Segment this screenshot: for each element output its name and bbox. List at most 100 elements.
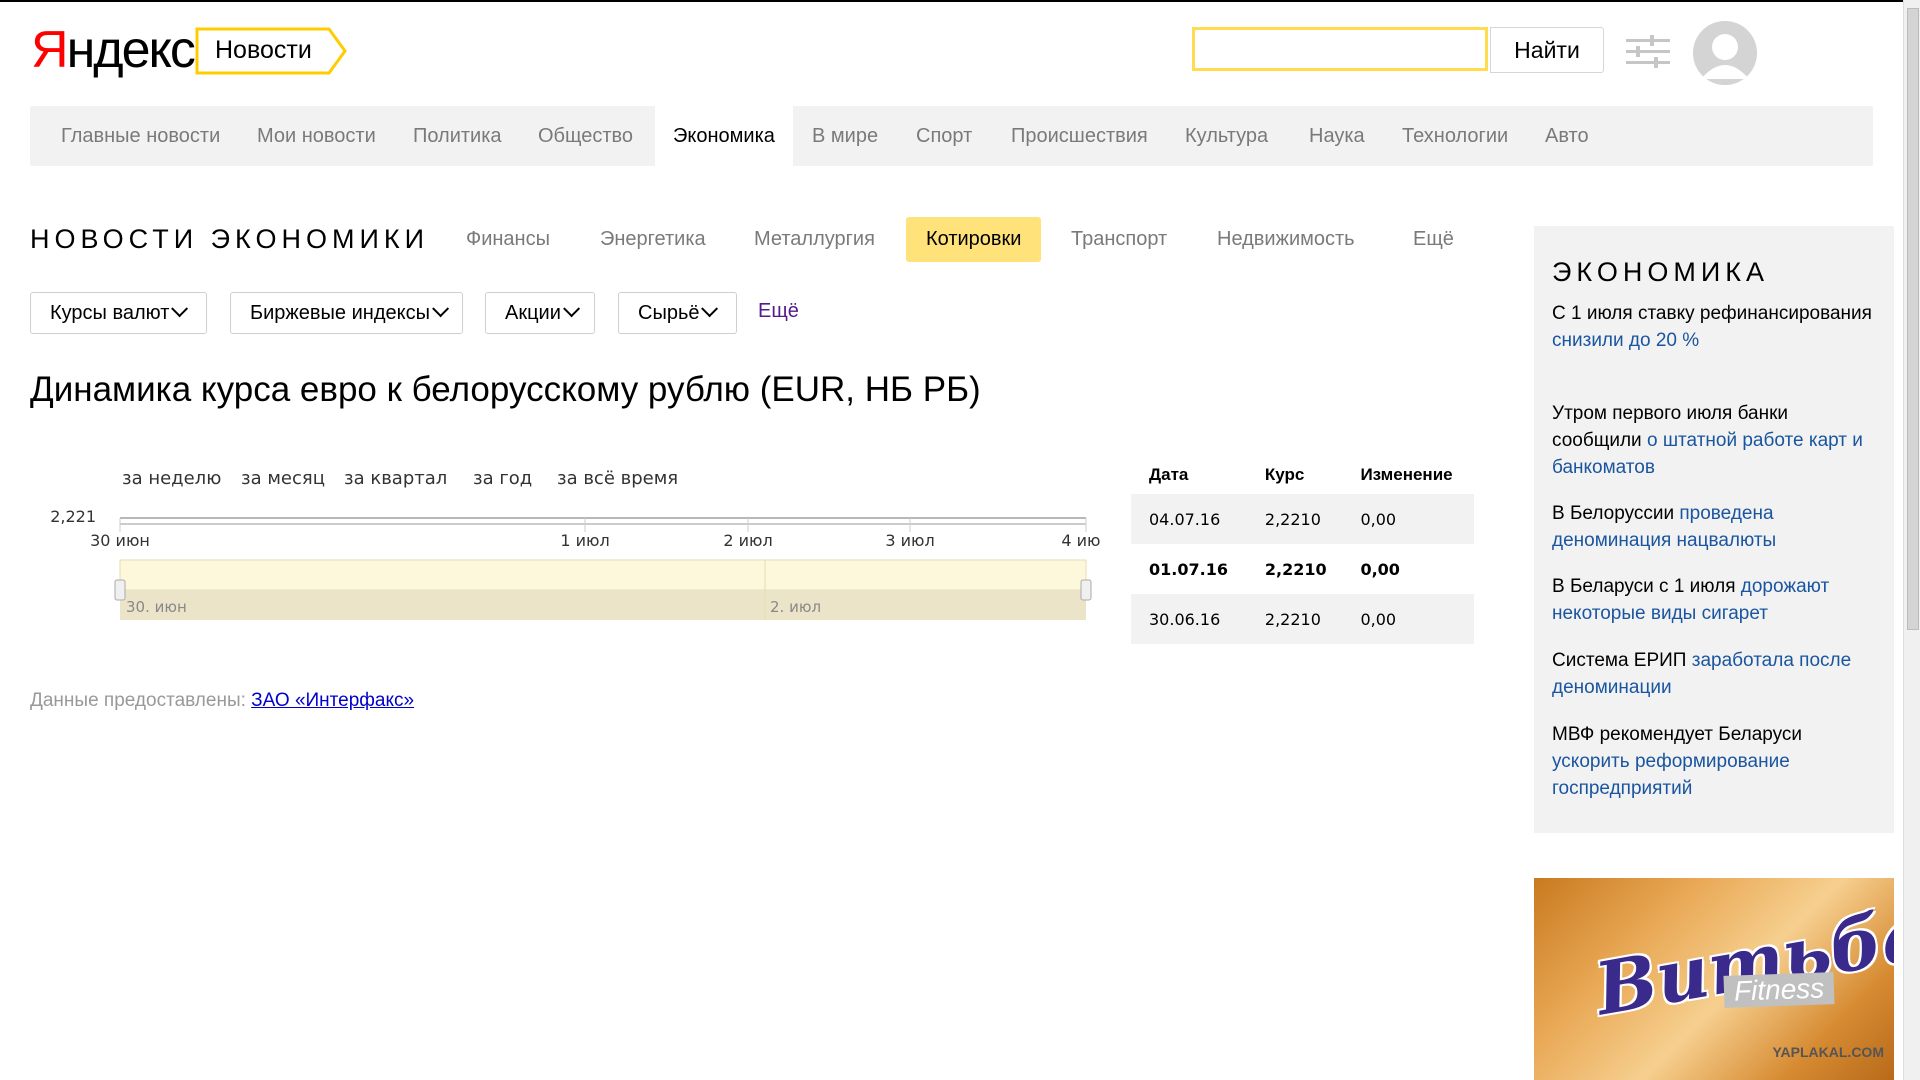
table-row: 30.06.16 2,2210 0,00 [1131, 594, 1474, 644]
dropdown-stock-indices[interactable]: Биржевые индексы [230, 292, 463, 334]
search-input[interactable] [1201, 31, 1485, 69]
table-row: 01.07.16 2,2210 0,00 [1131, 544, 1474, 594]
subnav-item-more[interactable]: Ещё [1413, 217, 1454, 262]
user-avatar-icon[interactable] [1693, 21, 1757, 85]
data-source: Данные предоставлены: ЗАО «Интерфакс» [30, 690, 414, 712]
dropdown-commodities[interactable]: Сырьё [618, 292, 737, 334]
topnav-item-auto[interactable]: Авто [1545, 106, 1589, 166]
subnav-item-transport[interactable]: Транспорт [1071, 217, 1167, 262]
section-title: НОВОСТИ ЭКОНОМИКИ [30, 224, 429, 254]
navigator-handle-left [114, 579, 126, 601]
topnav-item-economy[interactable]: Экономика [655, 106, 793, 166]
cell-rate: 2,2210 [1246, 594, 1343, 644]
dropdown-label: Акции [505, 302, 561, 324]
topnav-item-world[interactable]: В мире [812, 106, 878, 166]
ad-subtitle: Fitness [1723, 972, 1835, 1008]
yandex-logo[interactable]: Яндекс [31, 18, 196, 82]
logo-first-letter: Я [31, 21, 69, 79]
sliders-icon[interactable] [1626, 32, 1670, 72]
watermark: YAPLAKAL.COM [1772, 1044, 1885, 1060]
x-tick-label: 2 июл [723, 531, 772, 550]
cell-rate: 2,2210 [1264, 559, 1327, 579]
search-box[interactable] [1192, 27, 1488, 71]
subnav-item-energy[interactable]: Энергетика [600, 217, 706, 262]
period-all-time[interactable]: за всё время [557, 468, 678, 489]
page-heading: Динамика курса евро к белорусскому рублю… [30, 370, 981, 409]
news-link[interactable]: снизили до 20 % [1552, 330, 1699, 351]
chevron-down-icon [701, 300, 719, 318]
subnav-item-realty[interactable]: Недвижимость [1217, 217, 1355, 262]
x-tick-label: 3 июл [885, 531, 934, 550]
topnav-item-science[interactable]: Наука [1309, 106, 1365, 166]
economy-sidebar: ЭКОНОМИКА С 1 июля ставку рефинансирован… [1534, 226, 1894, 833]
sidebar-title: ЭКОНОМИКА [1552, 257, 1769, 287]
page-scrollbar[interactable] [1903, 0, 1920, 1080]
news-text: Система ЕРИП [1552, 650, 1687, 671]
cell-change: 0,00 [1342, 494, 1474, 544]
window-top-border [0, 0, 1920, 2]
column-header-date: Дата [1149, 465, 1189, 484]
rate-table: Дата Курс Изменение 04.07.16 2,2210 0,00… [1131, 456, 1474, 644]
topnav-item-main[interactable]: Главные новости [61, 106, 220, 166]
navigator-label: 2. июл [770, 598, 821, 616]
topnav-item-technology[interactable]: Технологии [1402, 106, 1508, 166]
subnav-item-metallurgy[interactable]: Металлургия [754, 217, 875, 262]
subnav-item-quotes[interactable]: Котировки [906, 217, 1042, 262]
news-item: В Белоруссии проведена деноминация нацва… [1552, 500, 1882, 554]
news-item: Система ЕРИП заработала после деноминаци… [1552, 647, 1882, 701]
cell-date: 04.07.16 [1131, 494, 1247, 544]
column-header-rate: Курс [1264, 465, 1305, 484]
table-row: 04.07.16 2,2210 0,00 [1131, 494, 1474, 544]
dropdown-label: Сырьё [638, 302, 700, 324]
subnav-item-finance[interactable]: Финансы [466, 217, 550, 262]
x-tick-label: 30 июн [90, 531, 150, 550]
news-link[interactable]: ускорить реформирование госпредприятий [1552, 751, 1790, 799]
topnav-item-politics[interactable]: Политика [413, 106, 502, 166]
search-button[interactable]: Найти [1490, 27, 1604, 73]
period-quarter[interactable]: за квартал [344, 468, 447, 489]
y-tick-label: 2,221 [50, 507, 96, 526]
topnav-item-society[interactable]: Общество [538, 106, 633, 166]
ad-brand: Витьба [1589, 889, 1894, 1032]
x-tick-label: 1 июл [560, 531, 609, 550]
dropdown-currency-rates[interactable]: Курсы валют [30, 292, 207, 334]
topnav-item-sport[interactable]: Спорт [916, 106, 972, 166]
rate-chart[interactable]: 2,221 30 июн 1 июл 2 июл 3 июл 4 июл 30. июн 2.… [30, 500, 1100, 625]
period-month[interactable]: за месяц [241, 468, 325, 489]
topnav-item-my-news[interactable]: Мои новости [257, 106, 376, 166]
news-item: С 1 июля ставку рефинансирования снизили… [1552, 300, 1882, 354]
news-item: В Беларуси с 1 июля дорожают некоторые в… [1552, 573, 1882, 627]
chevron-down-icon [432, 300, 450, 318]
topnav-item-culture[interactable]: Культура [1185, 106, 1268, 166]
news-text: В Беларуси с 1 июля [1552, 576, 1736, 597]
navigator-label: 30. июн [126, 598, 187, 616]
top-navigation: Главные новости Мои новости Политика Общ… [30, 106, 1873, 166]
service-tag-news[interactable]: Новости [195, 27, 347, 75]
source-link[interactable]: ЗАО «Интерфакс» [251, 690, 414, 711]
topnav-item-incidents[interactable]: Происшествия [1011, 106, 1148, 166]
news-item: Утром первого июля банки сообщили о штат… [1552, 400, 1882, 481]
logo-rest: ндекс [66, 21, 196, 79]
news-item: МВФ рекомендует Беларуси ускорить реформ… [1552, 721, 1882, 802]
chevron-down-icon [171, 300, 189, 318]
navigator-handle-right [1080, 579, 1092, 601]
navigator-track [120, 590, 1086, 620]
navigator-selection [119, 559, 1087, 591]
x-tick-label: 4 июл [1061, 531, 1100, 550]
column-header-change: Изменение [1360, 465, 1453, 484]
filters-more-link[interactable]: Ещё [758, 300, 799, 323]
dropdown-label: Курсы валют [50, 302, 170, 324]
scrollbar-thumb[interactable] [1907, 8, 1919, 630]
cell-rate: 2,2210 [1246, 494, 1343, 544]
dropdown-label: Биржевые индексы [250, 302, 430, 324]
period-week[interactable]: за неделю [122, 468, 221, 489]
news-text: С 1 июля ставку рефинансирования [1552, 303, 1872, 324]
news-text: В Белоруссии [1552, 503, 1675, 524]
advertisement-banner[interactable]: Витьба Fitness YAPLAKAL.COM [1534, 878, 1894, 1080]
cell-change: 0,00 [1360, 559, 1400, 579]
cell-date: 01.07.16 [1149, 559, 1228, 579]
cell-date: 30.06.16 [1131, 594, 1247, 644]
chevron-down-icon [562, 300, 580, 318]
dropdown-shares[interactable]: Акции [485, 292, 595, 334]
period-year[interactable]: за год [473, 468, 532, 489]
